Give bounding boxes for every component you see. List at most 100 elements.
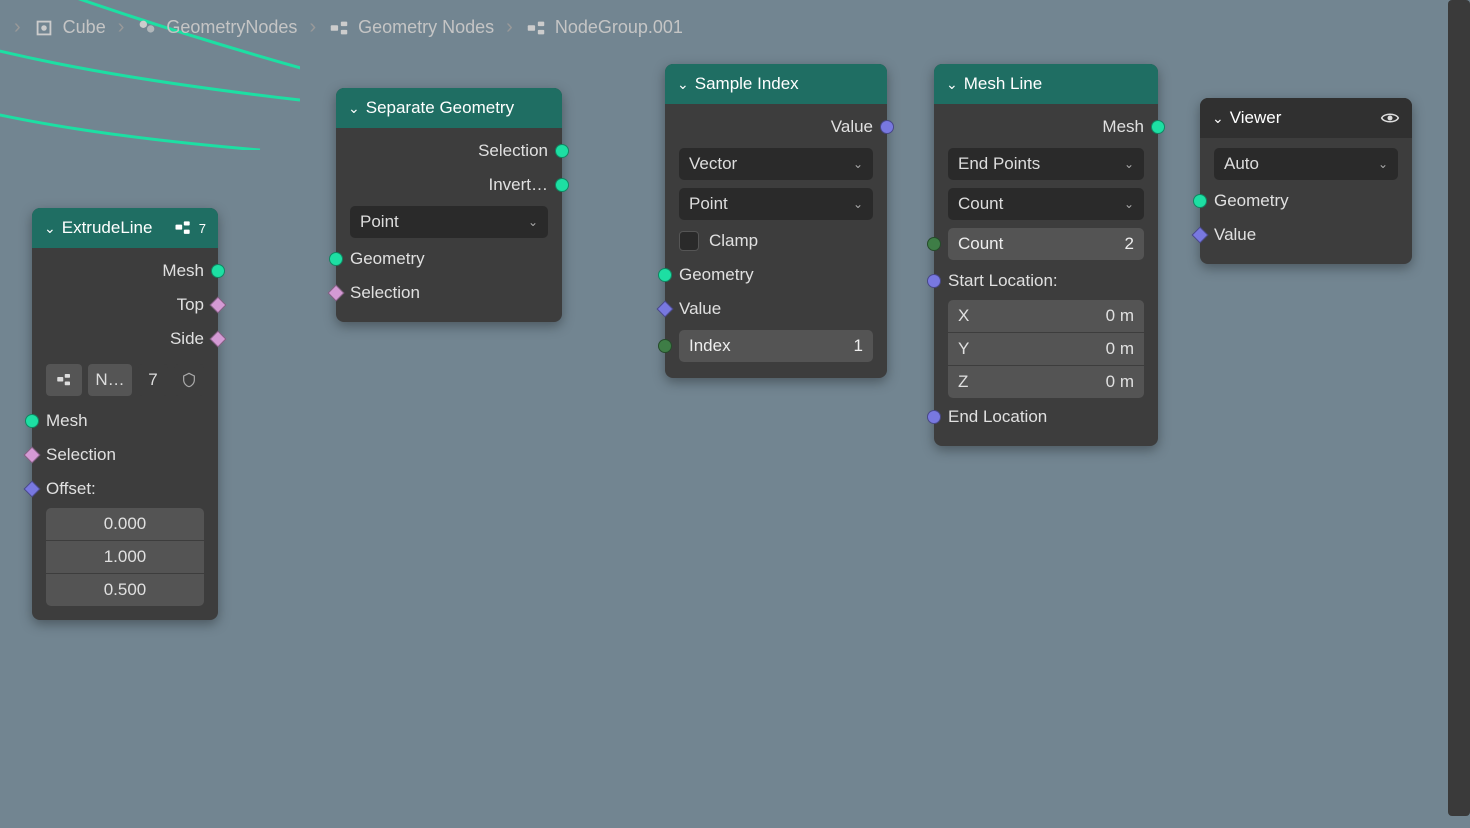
socket-out-geometry[interactable] xyxy=(555,144,569,158)
output-value: Value xyxy=(665,110,887,144)
start-z-field[interactable]: Z0 m xyxy=(948,365,1144,398)
breadcrumb-nodetree[interactable]: Geometry Nodes xyxy=(322,17,500,39)
breadcrumb: › Cube › GeometryNodes › Geometry Nodes … xyxy=(0,0,1470,55)
nodegroup-name-field[interactable]: N… xyxy=(88,364,132,396)
chevron-down-icon: ⌄ xyxy=(1212,110,1224,127)
chevron-down-icon: ⌄ xyxy=(348,100,360,117)
domain-dropdown[interactable]: Point ⌄ xyxy=(679,188,873,220)
node-header[interactable]: ⌄ Mesh Line xyxy=(934,64,1158,104)
input-offset: Offset: xyxy=(32,472,218,506)
node-title: Viewer xyxy=(1230,108,1282,128)
socket-out-boolean[interactable] xyxy=(210,331,227,348)
index-field[interactable]: Index 1 xyxy=(679,330,873,362)
input-end-location: End Location xyxy=(934,400,1158,434)
socket-out-geometry[interactable] xyxy=(1151,120,1165,134)
node-title: Separate Geometry xyxy=(366,98,514,118)
nodegroup-icon xyxy=(173,218,193,238)
chevron-down-icon: ⌄ xyxy=(946,76,958,93)
chevron-down-icon: ⌄ xyxy=(528,215,538,229)
input-value: Value xyxy=(1200,218,1412,252)
socket-out-geometry[interactable] xyxy=(555,178,569,192)
chevron-icon: › xyxy=(112,16,131,39)
socket-out-vector[interactable] xyxy=(880,120,894,134)
output-side: Side xyxy=(32,322,218,356)
node-title: Mesh Line xyxy=(964,74,1042,94)
node-mesh-line[interactable]: ⌄ Mesh Line Mesh End Points ⌄ Count ⌄ Co… xyxy=(934,64,1158,446)
offset-x-field[interactable]: 0.000 xyxy=(46,508,204,540)
output-top: Top xyxy=(32,288,218,322)
offset-z-field[interactable]: 0.500 xyxy=(46,573,204,606)
vertical-scrollbar[interactable] xyxy=(1448,0,1470,816)
socket-in-vector[interactable] xyxy=(927,274,941,288)
node-separate-geometry[interactable]: ⌄ Separate Geometry Selection Invert… Po… xyxy=(336,88,562,322)
datatype-dropdown[interactable]: Vector ⌄ xyxy=(679,148,873,180)
socket-in-boolean[interactable] xyxy=(328,285,345,302)
node-header[interactable]: ⌄ Viewer xyxy=(1200,98,1412,138)
input-value: Value xyxy=(665,292,887,326)
input-selection: Selection xyxy=(32,438,218,472)
chevron-down-icon: ⌄ xyxy=(1124,197,1134,211)
socket-in-geometry[interactable] xyxy=(25,414,39,428)
socket-out-geometry[interactable] xyxy=(211,264,225,278)
eye-icon[interactable] xyxy=(1380,108,1400,128)
object-icon xyxy=(33,17,55,39)
chevron-icon: › xyxy=(8,16,27,39)
chevron-down-icon: ⌄ xyxy=(1378,157,1388,171)
node-viewer[interactable]: ⌄ Viewer Auto ⌄ Geometry Value xyxy=(1200,98,1412,264)
browse-nodegroup-button[interactable] xyxy=(46,364,82,396)
breadcrumb-label: Cube xyxy=(63,17,106,38)
chevron-down-icon: ⌄ xyxy=(1124,157,1134,171)
node-extrude-line[interactable]: ⌄ ExtrudeLine 7 Mesh Top Side N… 7 xyxy=(32,208,218,620)
breadcrumb-nodegroup[interactable]: NodeGroup.001 xyxy=(519,17,689,39)
socket-in-geometry[interactable] xyxy=(658,268,672,282)
socket-in-integer[interactable] xyxy=(658,339,672,353)
node-header[interactable]: ⌄ Sample Index xyxy=(665,64,887,104)
offset-vector-fields: 0.000 1.000 0.500 xyxy=(46,508,204,606)
domain-dropdown[interactable]: Point ⌄ xyxy=(350,206,548,238)
clamp-checkbox[interactable] xyxy=(679,231,699,251)
socket-in-vector[interactable] xyxy=(657,301,674,318)
output-inverted: Invert… xyxy=(336,168,562,202)
start-x-field[interactable]: X0 m xyxy=(948,300,1144,332)
socket-in-vector[interactable] xyxy=(927,410,941,424)
count-field[interactable]: Count 2 xyxy=(948,228,1144,260)
offset-y-field[interactable]: 1.000 xyxy=(46,540,204,573)
input-selection: Selection xyxy=(336,276,562,310)
socket-in-integer[interactable] xyxy=(927,237,941,251)
socket-in-vector[interactable] xyxy=(24,481,41,498)
clamp-row: Clamp xyxy=(665,224,887,258)
output-selection: Selection xyxy=(336,134,562,168)
chevron-down-icon: ⌄ xyxy=(853,157,863,171)
node-header[interactable]: ⌄ ExtrudeLine 7 xyxy=(32,208,218,248)
clamp-label: Clamp xyxy=(709,231,758,251)
breadcrumb-label: GeometryNodes xyxy=(166,17,297,38)
nodetree-icon xyxy=(525,17,547,39)
fake-user-button[interactable] xyxy=(174,364,204,396)
mode-dropdown[interactable]: End Points ⌄ xyxy=(948,148,1144,180)
socket-in-geometry[interactable] xyxy=(329,252,343,266)
socket-in-geometry[interactable] xyxy=(1193,194,1207,208)
breadcrumb-object[interactable]: Cube xyxy=(27,17,112,39)
modifier-icon xyxy=(136,17,158,39)
nodegroup-icon xyxy=(55,371,73,389)
input-geometry: Geometry xyxy=(1200,184,1412,218)
breadcrumb-modifier[interactable]: GeometryNodes xyxy=(130,17,303,39)
node-sample-index[interactable]: ⌄ Sample Index Value Vector ⌄ Point ⌄ Cl… xyxy=(665,64,887,378)
socket-in-boolean[interactable] xyxy=(24,447,41,464)
nodegroup-user-count[interactable]: 7 xyxy=(138,364,168,396)
domain-dropdown[interactable]: Auto ⌄ xyxy=(1214,148,1398,180)
count-mode-dropdown[interactable]: Count ⌄ xyxy=(948,188,1144,220)
chevron-down-icon: ⌄ xyxy=(677,76,689,93)
socket-out-boolean[interactable] xyxy=(210,297,227,314)
node-users-label: 7 xyxy=(199,221,206,236)
input-mesh: Mesh xyxy=(32,404,218,438)
node-title: Sample Index xyxy=(695,74,799,94)
node-header[interactable]: ⌄ Separate Geometry xyxy=(336,88,562,128)
shield-icon xyxy=(181,372,197,388)
input-geometry: Geometry xyxy=(665,258,887,292)
socket-in-value[interactable] xyxy=(1192,227,1209,244)
nodetree-icon xyxy=(328,17,350,39)
start-y-field[interactable]: Y0 m xyxy=(948,332,1144,365)
breadcrumb-label: NodeGroup.001 xyxy=(555,17,683,38)
chevron-down-icon: ⌄ xyxy=(44,220,56,237)
